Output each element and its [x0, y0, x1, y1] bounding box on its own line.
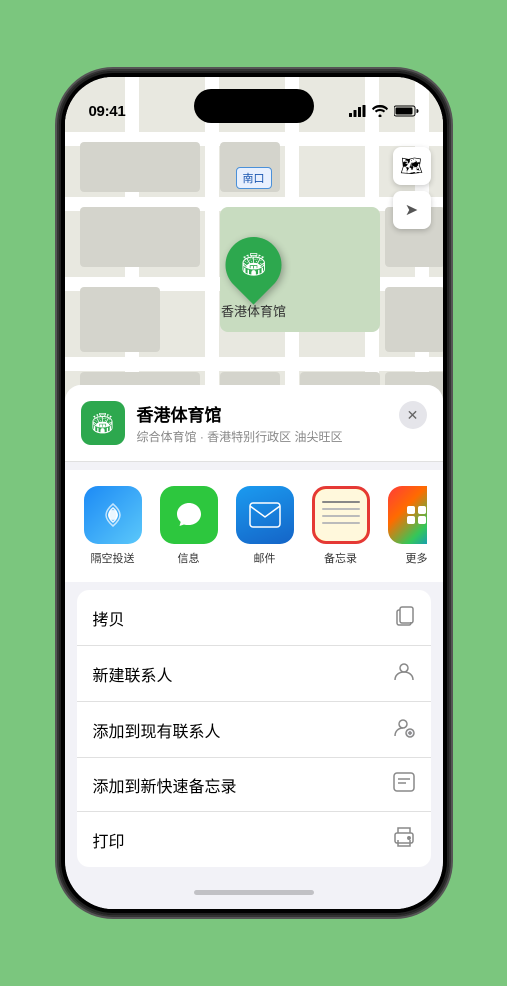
venue-description: 综合体育馆 · 香港特别行政区 油尖旺区 [137, 428, 387, 445]
new-contact-label: 新建联系人 [93, 662, 173, 686]
bottom-sheet: 🏟 香港体育馆 综合体育馆 · 香港特别行政区 油尖旺区 ✕ [65, 385, 443, 909]
map-label-south: 南口 [236, 167, 272, 189]
venue-icon: 🏟 [81, 401, 125, 445]
home-indicator [65, 875, 443, 909]
action-row-print[interactable]: 打印 [77, 812, 431, 867]
add-existing-contact-icon [393, 716, 415, 743]
notes-label: 备忘录 [324, 550, 357, 566]
share-app-more[interactable]: 更多 [385, 486, 427, 566]
share-apps-list: 隔空投送 信息 [81, 486, 427, 566]
more-label: 更多 [406, 550, 427, 566]
map-block [385, 287, 443, 352]
copy-label: 拷贝 [93, 606, 125, 630]
add-quick-note-label: 添加到新快速备忘录 [93, 773, 237, 797]
mail-icon [236, 486, 294, 544]
share-app-mail[interactable]: 邮件 [233, 486, 297, 566]
phone-frame: 南口 🗺 ➤ 🏟 香港体育馆 09:41 [59, 71, 449, 915]
more-apps-icon [388, 486, 427, 544]
share-app-messages[interactable]: 信息 [157, 486, 221, 566]
location-button[interactable]: ➤ [393, 191, 431, 229]
close-icon: ✕ [407, 407, 419, 424]
action-list: 拷贝 新建联系人 [77, 590, 431, 867]
messages-label: 信息 [178, 550, 200, 566]
action-row-copy[interactable]: 拷贝 [77, 590, 431, 646]
status-icons [349, 105, 419, 117]
map-block [80, 142, 200, 192]
map-road [65, 357, 443, 371]
venue-emoji: 🏟 [90, 411, 115, 436]
location-pin: 🏟 香港体育馆 [221, 237, 286, 320]
action-row-new-contact[interactable]: 新建联系人 [77, 646, 431, 702]
map-block [80, 287, 160, 352]
map-type-button[interactable]: 🗺 [393, 147, 431, 185]
south-label-text: 南口 [243, 173, 265, 185]
mail-label: 邮件 [254, 550, 276, 566]
venue-name: 香港体育馆 [137, 401, 387, 426]
status-time: 09:41 [89, 103, 126, 120]
pin-circle: 🏟 [214, 225, 293, 304]
new-contact-icon [393, 660, 415, 687]
add-existing-contact-label: 添加到现有联系人 [93, 718, 221, 742]
airdrop-icon [84, 486, 142, 544]
signal-icon [349, 105, 366, 117]
notes-icon [312, 486, 370, 544]
copy-icon [395, 604, 415, 631]
home-bar [194, 890, 314, 895]
battery-icon [394, 105, 419, 117]
airdrop-label: 隔空投送 [91, 550, 135, 566]
share-row: 隔空投送 信息 [65, 470, 443, 582]
dynamic-island [194, 89, 314, 123]
map-type-icon: 🗺 [400, 156, 423, 177]
action-row-add-existing-contact[interactable]: 添加到现有联系人 [77, 702, 431, 758]
add-quick-note-icon [393, 772, 415, 797]
print-label: 打印 [93, 828, 125, 852]
share-app-notes[interactable]: 备忘录 [309, 486, 373, 566]
venue-header: 🏟 香港体育馆 综合体育馆 · 香港特别行政区 油尖旺区 ✕ [65, 385, 443, 462]
close-button[interactable]: ✕ [399, 401, 427, 429]
phone-screen: 南口 🗺 ➤ 🏟 香港体育馆 09:41 [65, 77, 443, 909]
share-app-airdrop[interactable]: 隔空投送 [81, 486, 145, 566]
messages-icon [160, 486, 218, 544]
wifi-icon [372, 105, 388, 117]
location-icon: ➤ [405, 200, 418, 220]
venue-info: 香港体育馆 综合体育馆 · 香港特别行政区 油尖旺区 [137, 401, 387, 445]
map-controls: 🗺 ➤ [393, 147, 431, 235]
map-block [80, 207, 200, 267]
action-row-add-quick-note[interactable]: 添加到新快速备忘录 [77, 758, 431, 812]
print-icon [393, 826, 415, 853]
pin-venue-icon: 🏟 [240, 252, 268, 278]
